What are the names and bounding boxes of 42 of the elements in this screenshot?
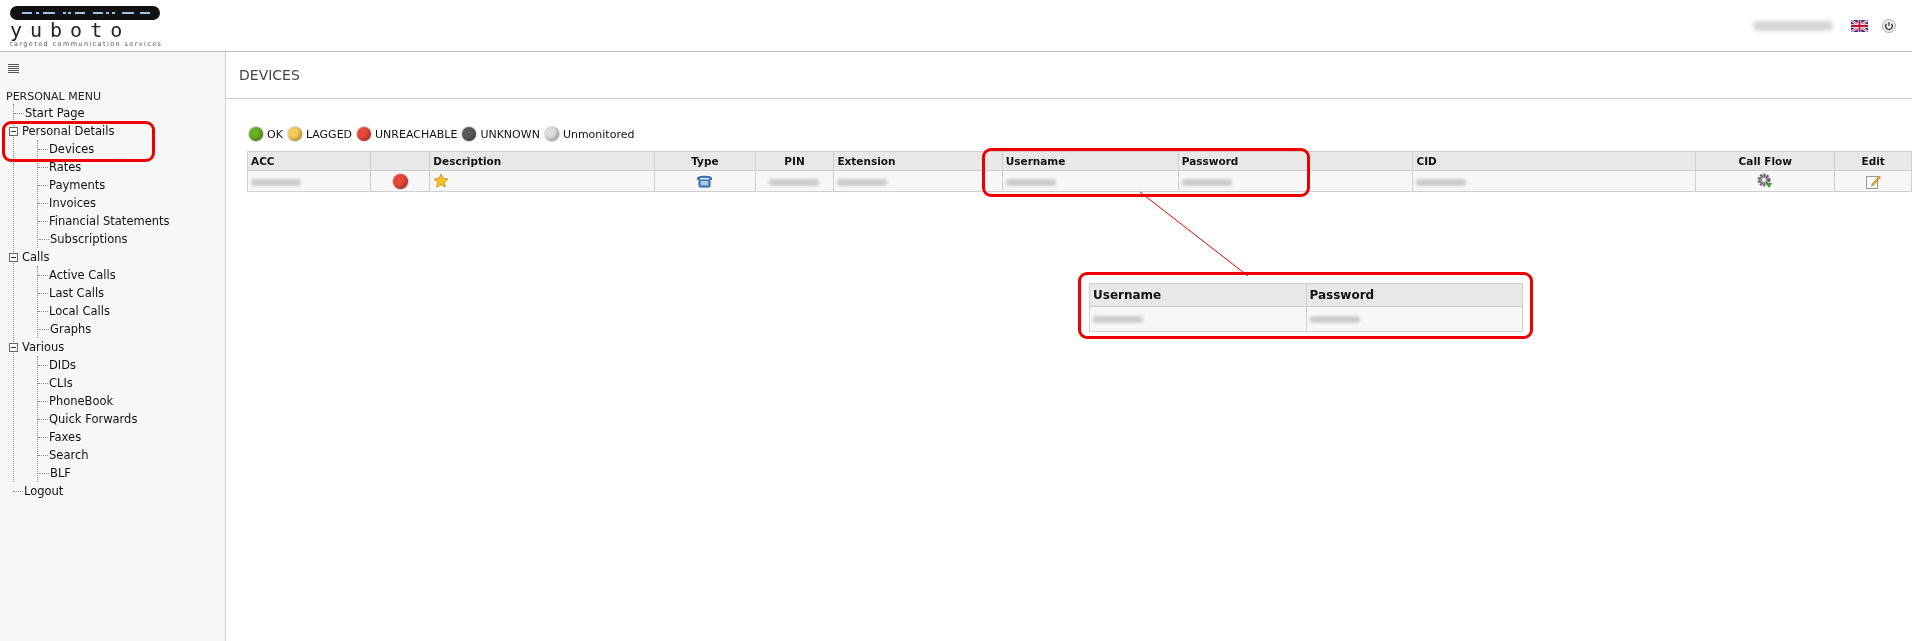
- menu-item[interactable]: Subscriptions: [49, 232, 129, 246]
- menu-item[interactable]: DIDs: [48, 358, 78, 372]
- column-header: Type: [691, 155, 719, 167]
- menu-item[interactable]: Payments: [48, 178, 107, 192]
- menu-item[interactable]: PhoneBook: [48, 394, 115, 408]
- menu-item[interactable]: Faxes: [48, 430, 83, 444]
- menu-item[interactable]: Rates: [48, 160, 83, 174]
- legend-label: LAGGED: [305, 127, 353, 141]
- menu-item[interactable]: Local Calls: [48, 304, 111, 318]
- menu-item[interactable]: BLF: [49, 466, 72, 480]
- column-header: Description: [433, 155, 502, 167]
- column-header: Password: [1181, 155, 1239, 167]
- menu-item[interactable]: Quick Forwards: [48, 412, 139, 426]
- menu-item[interactable]: Graphs: [49, 322, 93, 336]
- menu-item[interactable]: CLIs: [48, 376, 74, 390]
- menu-item[interactable]: Financial Statements: [48, 214, 171, 228]
- column-header: Password: [1309, 288, 1375, 302]
- legend-label: OK: [267, 127, 283, 141]
- column-header: Extension: [837, 155, 896, 167]
- legend-label: Unmonitored: [562, 127, 635, 141]
- menu-item[interactable]: Last Calls: [48, 286, 106, 300]
- legend-label: UNKNOWN: [480, 127, 540, 141]
- column-header: CID: [1416, 155, 1437, 167]
- column-header: Username: [1093, 288, 1162, 302]
- logo-wordmark: yuboto: [10, 19, 131, 40]
- column-header: Username: [1005, 155, 1066, 167]
- column-header: Call Flow: [1738, 155, 1792, 167]
- menu-item[interactable]: Invoices: [48, 196, 98, 210]
- menu-item[interactable]: Search: [48, 448, 90, 462]
- menu-title: PERSONAL MENU: [6, 90, 102, 104]
- menu-item[interactable]: Devices: [48, 142, 96, 156]
- menu-item[interactable]: Active Calls: [48, 268, 117, 282]
- column-header: Edit: [1861, 155, 1885, 167]
- menu-item[interactable]: Personal Details: [21, 124, 116, 138]
- column-header: PIN: [784, 155, 805, 167]
- legend-label: UNREACHABLE: [375, 127, 458, 141]
- menu-item[interactable]: Various: [21, 340, 66, 354]
- column-header: ACC: [251, 155, 275, 167]
- menu-item[interactable]: Logout: [23, 484, 65, 498]
- menu-item[interactable]: Calls: [21, 250, 51, 264]
- page-title: DEVICES: [226, 52, 1912, 99]
- menu-item[interactable]: Start Page: [24, 106, 86, 120]
